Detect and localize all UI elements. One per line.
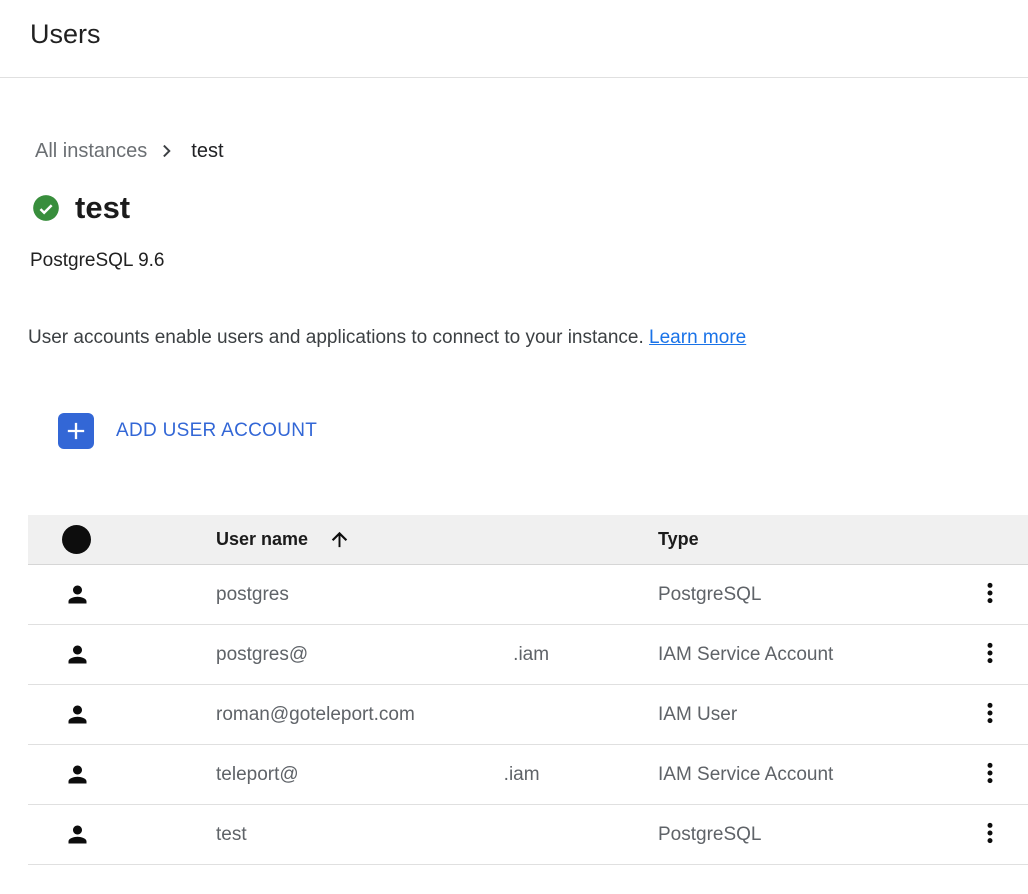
page-header: Users: [0, 0, 1028, 78]
user-name-suffix: .iam: [504, 764, 540, 786]
person-icon: [64, 821, 91, 848]
column-header-user-name[interactable]: User name: [216, 528, 658, 551]
breadcrumb: All instances test: [35, 136, 1028, 166]
chevron-right-icon: [155, 140, 177, 162]
table-row: test PostgreSQL: [28, 805, 1028, 865]
main-content: All instances test test PostgreSQL 9.6 U…: [0, 136, 1028, 865]
table-body: postgres PostgreSQL: [28, 565, 1028, 865]
user-name: postgres: [216, 584, 289, 606]
row-actions-button[interactable]: [973, 636, 1007, 673]
add-user-account-button[interactable]: ADD USER ACCOUNT: [58, 413, 317, 449]
kebab-menu-icon: [977, 700, 1003, 729]
kebab-menu-icon: [977, 580, 1003, 609]
breadcrumb-current: test: [191, 140, 223, 163]
user-name-header-label: User name: [216, 529, 308, 550]
user-name-suffix: .iam: [513, 644, 549, 666]
user-type: IAM Service Account: [658, 764, 833, 785]
page-title: Users: [30, 16, 1028, 52]
table-row: teleport@ .iam IAM Service Account: [28, 745, 1028, 805]
check-circle-icon: [32, 194, 60, 222]
table-row: postgres@ .iam IAM Service Account: [28, 625, 1028, 685]
person-icon: [64, 641, 91, 668]
instance-heading: test: [32, 188, 1028, 228]
sort-ascending-icon: [328, 528, 351, 551]
user-type: IAM User: [658, 704, 737, 725]
description-body: User accounts enable users and applicati…: [28, 327, 644, 348]
user-name: roman@goteleport.com: [216, 704, 415, 726]
person-icon: [64, 581, 91, 608]
learn-more-link[interactable]: Learn more: [649, 327, 746, 348]
row-actions-button[interactable]: [973, 816, 1007, 853]
avatar-column-header: [28, 525, 216, 554]
table-row: roman@goteleport.com IAM User: [28, 685, 1028, 745]
table-header: User name Type: [28, 515, 1028, 565]
user-type: PostgreSQL: [658, 584, 762, 605]
user-name: test: [216, 824, 247, 846]
add-user-account-label: ADD USER ACCOUNT: [116, 420, 317, 442]
column-header-type[interactable]: Type: [658, 529, 952, 550]
instance-version: PostgreSQL 9.6: [30, 250, 1028, 272]
person-icon: [64, 761, 91, 788]
row-actions-button[interactable]: [973, 576, 1007, 613]
user-type: PostgreSQL: [658, 824, 762, 845]
table-row: postgres PostgreSQL: [28, 565, 1028, 625]
circle-icon: [62, 525, 91, 554]
row-actions-button[interactable]: [973, 756, 1007, 793]
kebab-menu-icon: [977, 760, 1003, 789]
kebab-menu-icon: [977, 820, 1003, 849]
users-table: User name Type postgres PostgreSQL: [28, 515, 1028, 865]
row-actions-button[interactable]: [973, 696, 1007, 733]
breadcrumb-all-instances[interactable]: All instances: [35, 140, 147, 163]
description-text: User accounts enable users and applicati…: [28, 327, 1028, 349]
user-name: postgres@: [216, 644, 308, 666]
plus-icon: [58, 413, 94, 449]
person-icon: [64, 701, 91, 728]
instance-name: test: [75, 190, 130, 226]
kebab-menu-icon: [977, 640, 1003, 669]
user-type: IAM Service Account: [658, 644, 833, 665]
user-name: teleport@: [216, 764, 299, 786]
